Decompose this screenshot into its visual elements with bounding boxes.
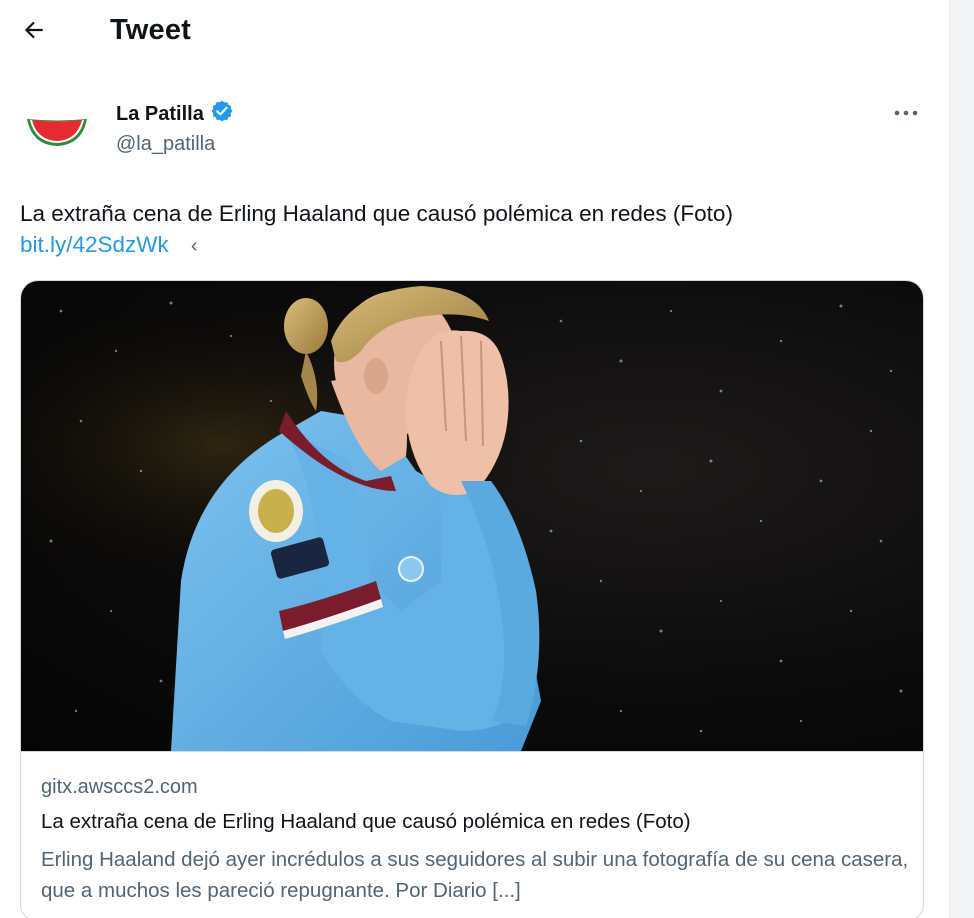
photo-footballer-covering-face (21, 281, 923, 751)
author-name[interactable]: La Patilla (116, 99, 234, 129)
arrow-left-icon (21, 17, 47, 48)
tweet-link[interactable]: bit.ly/42SdzWk (20, 232, 169, 257)
page-header: Tweet (0, 0, 940, 64)
tweet-text: La extraña cena de Erling Haaland que ca… (20, 201, 733, 226)
card-image[interactable] (21, 281, 923, 751)
author-display-name[interactable]: La Patilla (116, 103, 204, 126)
card-meta[interactable]: gitx.awsccs2.com La extraña cena de Erli… (21, 751, 923, 902)
watermelon-slice-logo (20, 96, 94, 170)
link-preview-card[interactable]: gitx.awsccs2.com La extraña cena de Erli… (20, 280, 924, 918)
verified-badge-icon[interactable] (210, 99, 234, 129)
back-button[interactable] (14, 12, 54, 52)
card-description: Erling Haaland dejó ayer incrédulos a su… (41, 848, 909, 902)
more-options-button[interactable] (886, 98, 926, 128)
tweet-page: Tweet La Patilla @la_patilla La extraña … (0, 0, 974, 918)
author-handle[interactable]: @la_patilla (116, 133, 215, 156)
page-title: Tweet (110, 14, 192, 46)
tweet-body: La extraña cena de Erling Haaland que ca… (20, 198, 920, 262)
more-horizontal-icon (893, 104, 919, 122)
avatar[interactable] (20, 96, 94, 170)
scrollbar-track[interactable] (949, 0, 974, 918)
chevron-left-icon: ‹ (190, 235, 198, 257)
card-title: La extraña cena de Erling Haaland que ca… (41, 810, 691, 833)
card-domain: gitx.awsccs2.com (41, 776, 198, 798)
